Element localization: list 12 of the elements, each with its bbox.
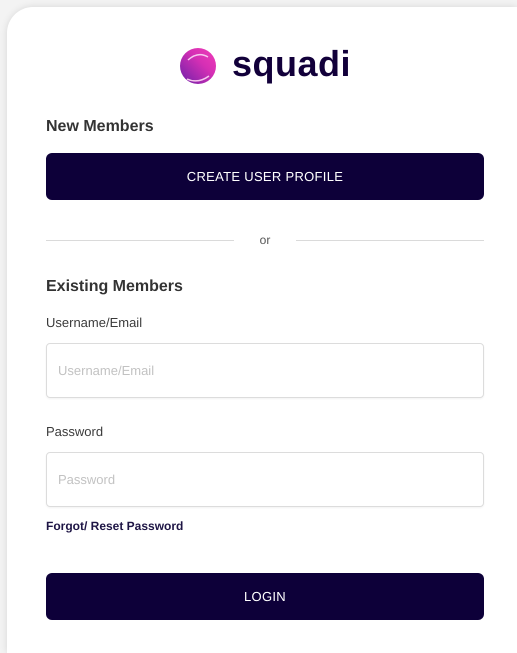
divider-text: or [260,233,270,247]
section-heading: Existing Members [46,278,183,296]
create-profile-button[interactable]: CREATE USER PROFILE [46,153,484,200]
field-label: Username/Email [46,315,142,330]
login-button[interactable]: LOGIN [46,573,484,620]
input-field[interactable]: Password [46,452,484,507]
logo-text: squadi [232,44,351,86]
forgot-password-link[interactable]: Forgot/ Reset Password [46,519,184,533]
field-label: Password [46,424,104,439]
input-field[interactable]: Username/Email [46,343,484,398]
section-heading: New Members [46,118,154,136]
ball-icon [178,47,217,85]
